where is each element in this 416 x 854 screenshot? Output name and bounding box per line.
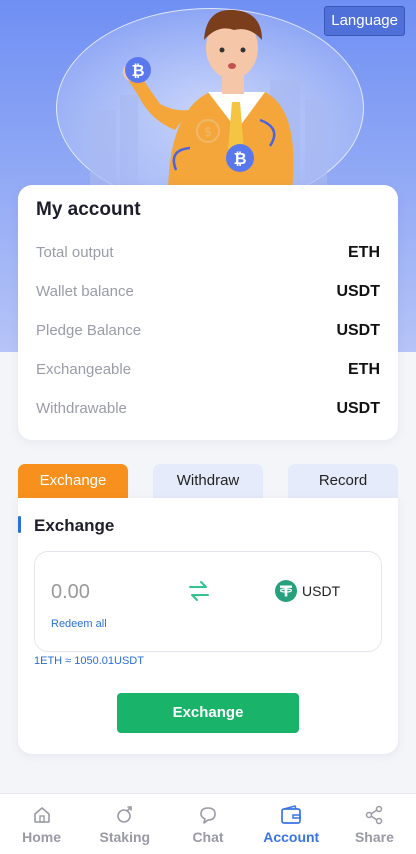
row-label: Total output: [36, 244, 114, 261]
coin-selector[interactable]: USDT: [275, 580, 340, 602]
account-title: My account: [36, 199, 141, 220]
coin-label: USDT: [302, 583, 341, 599]
home-icon: [33, 807, 50, 823]
svg-text:₿: ₿: [233, 149, 246, 168]
nav-label: Account: [263, 829, 320, 845]
row-value: ETH: [348, 243, 380, 261]
nav-label: Share: [354, 829, 394, 845]
nav-item-share[interactable]: Share: [333, 794, 416, 854]
exchange-card: Exchange 0.00 Redeem all USDT 1ETH ≈ 105…: [18, 498, 398, 754]
nav-label: Staking: [99, 829, 151, 845]
account-row-pledge-balance: Pledge Balance USDT: [36, 311, 380, 350]
amount-input[interactable]: 0.00: [51, 581, 90, 604]
tab-exchange[interactable]: Exchange: [18, 464, 128, 498]
account-row-wallet-balance: Wallet balance USDT: [36, 272, 380, 311]
nav-item-staking[interactable]: Staking: [83, 794, 166, 854]
language-button[interactable]: Language: [324, 6, 405, 36]
share-icon: [366, 805, 383, 825]
nav-item-account[interactable]: Account: [250, 794, 333, 854]
exchange-input-box: 0.00 Redeem all USDT: [34, 551, 382, 652]
row-label: Pledge Balance: [36, 322, 142, 339]
exchange-title: Exchange: [34, 516, 115, 535]
bottom-nav: Home Staking Chat Account Share: [0, 793, 416, 854]
row-value: USDT: [336, 282, 380, 300]
row-value: USDT: [336, 399, 380, 417]
wallet-icon: [281, 805, 302, 824]
redeem-all-link[interactable]: Redeem all: [51, 618, 107, 630]
tab-withdraw[interactable]: Withdraw: [153, 464, 263, 498]
nav-item-home[interactable]: Home: [0, 794, 83, 854]
staking-icon: [116, 806, 132, 823]
account-row-withdrawable: Withdrawable USDT: [36, 389, 380, 428]
bitcoin-coin-icon: ₿: [125, 57, 151, 83]
swap-icon[interactable]: [186, 578, 212, 609]
chat-icon: [200, 807, 216, 824]
account-card: My account Total output ETH Wallet balan…: [18, 185, 398, 440]
account-row-total-output: Total output ETH: [36, 233, 380, 272]
svg-text:$: $: [204, 125, 212, 140]
tab-bar: Exchange Withdraw Record: [18, 464, 398, 498]
svg-text:₿: ₿: [131, 61, 144, 80]
row-value: USDT: [336, 321, 380, 339]
tab-record[interactable]: Record: [288, 464, 398, 498]
nav-item-chat[interactable]: Chat: [166, 794, 249, 854]
row-label: Wallet balance: [36, 283, 134, 300]
nav-label: Chat: [192, 829, 224, 845]
tether-icon: [275, 580, 297, 602]
exchange-button[interactable]: Exchange: [117, 693, 299, 733]
row-label: Exchangeable: [36, 361, 132, 378]
row-label: Withdrawable: [36, 400, 127, 417]
exchange-rate: 1ETH ≈ 1050.01USDT: [34, 655, 144, 667]
account-row-exchangeable: Exchangeable ETH: [36, 350, 380, 389]
bitcoin-coin-icon-2: ₿: [226, 144, 254, 172]
row-value: ETH: [348, 360, 380, 378]
nav-label: Home: [22, 829, 62, 845]
section-accent-bar: [18, 516, 21, 533]
